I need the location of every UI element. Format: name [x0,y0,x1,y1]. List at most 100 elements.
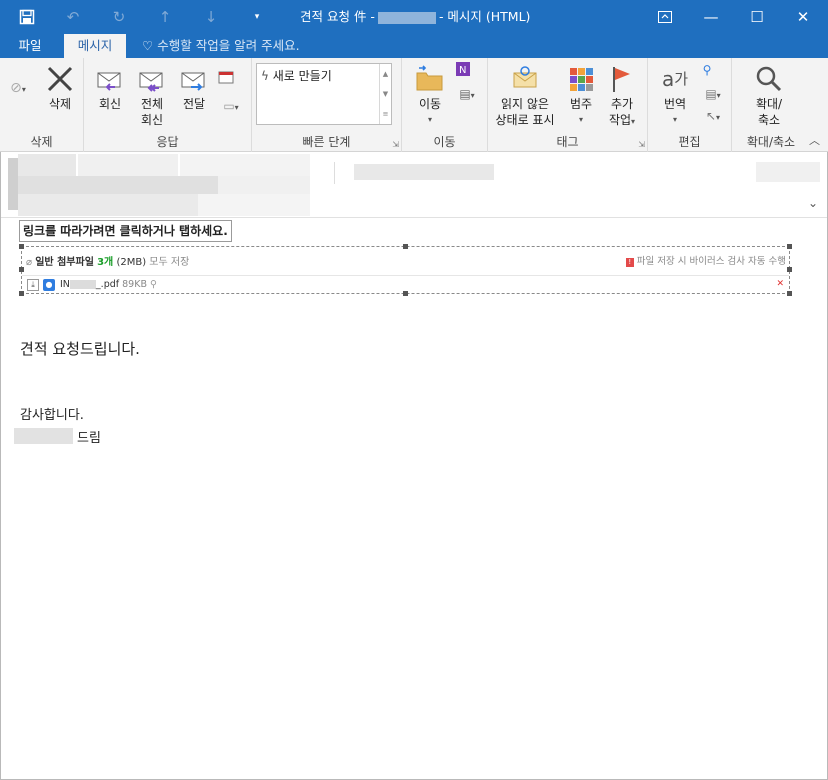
undo-icon[interactable]: ↶ [50,0,96,34]
forward-button[interactable]: 전달 [174,62,214,112]
resize-handle[interactable] [403,244,408,249]
dialog-launcher-icon[interactable]: ⇲ [392,140,399,149]
close-button[interactable]: ✕ [780,0,826,34]
redacted-block [198,194,310,216]
ribbon-display-options-icon[interactable] [642,0,688,34]
reply-all-button[interactable]: 전체 회신 [132,62,172,128]
attachment-count: 3개 [97,257,114,268]
warning-icon: ! [625,258,634,267]
title-bar: ↶ ↻ ↑ ↓ ▾ 견적 요청 件 -- 메시지 (HTML) — ☐ ✕ [0,0,828,34]
translate-icon: a가 [661,67,689,91]
signature-suffix: 드림 [77,431,101,446]
virus-scan-notice: ! 파일 저장 시 바이러스 검사 자동 수행 [625,253,786,267]
header-divider [334,162,335,184]
tab-message[interactable]: 메시지 [64,34,126,58]
move-button[interactable]: 이동 ▾ [408,62,452,128]
forward-icon [174,62,214,96]
attachment-box: ⌀ 일반 첨부파일 3개 (2MB) 모두 저장 ! 파일 저장 시 바이러스 검… [19,244,792,296]
editing-group-label: 편집 [678,135,701,149]
flag-icon [602,62,642,96]
zoom-button[interactable]: 확대/ 축소 [740,62,798,128]
remove-attachment-icon[interactable]: ✕ [776,279,784,289]
attachment-file-name[interactable]: IN _.pdf 89KB ⚲ [60,279,157,290]
quickstep-new[interactable]: ϟ 새로 만들기 [261,67,332,84]
actions-icon[interactable]: ▤▾ [452,86,482,104]
body-line-request: 견적 요청드립니다. [20,340,140,358]
resize-handle[interactable] [787,267,792,272]
resize-handle[interactable] [787,244,792,249]
window-title: 견적 요청 件 -- 메시지 (HTML) [300,9,531,24]
tab-file[interactable]: 파일 [0,34,60,58]
respond-group-label: 응답 [156,135,179,149]
magnifier-icon [740,62,798,96]
delete-x-icon [40,62,80,96]
expand-header-icon[interactable]: ⌄ [808,196,818,210]
svg-text:N: N [459,65,466,76]
redacted-filename [69,280,96,289]
zoom-group: 확대/ 축소 확대/축소 ︿ [732,58,828,152]
editing-group: a가 번역 ▾ ⚲ ▤▾ ↖▾ 편집 [648,58,732,152]
paperclip-icon: ⌀ [26,257,33,268]
redacted-block [218,176,310,194]
quicksteps-gallery[interactable]: ϟ 새로 만들기 ▲ ▼ ≡ [256,63,392,125]
up-arrow-icon[interactable]: ↑ [142,0,188,34]
followup-button[interactable]: 추가 작업▾ [602,62,642,130]
maximize-button[interactable]: ☐ [734,0,780,34]
resize-handle[interactable] [19,244,24,249]
save-all-link[interactable]: 모두 저장 [149,257,189,268]
download-icon[interactable]: ⤓ [27,279,39,291]
lightning-icon: ϟ [261,69,269,83]
quicksteps-group: ϟ 새로 만들기 ▲ ▼ ≡ 빠른 단계 ⇲ [252,58,402,152]
zoom-group-label: 확대/축소 [746,135,796,149]
search-icon[interactable]: ⚲ [150,279,157,290]
customize-toolbar-icon[interactable]: ▾ [234,0,280,34]
tags-group-label: 태그 [556,135,579,149]
collapse-ribbon-icon[interactable]: ︿ [809,132,820,148]
mark-unread-button[interactable]: 읽지 않은 상태로 표시 [490,62,560,128]
move-group-label: 이동 [433,135,456,149]
envelope-icon [490,62,560,96]
quicksteps-scroll[interactable]: ▲ ▼ ≡ [379,64,391,124]
tell-me-box[interactable]: ♡ 수행할 작업을 알려 주세요. [142,34,300,58]
meeting-icon[interactable] [216,70,236,88]
delete-group-label: 삭제 [30,135,53,149]
attachment-size: (2MB) [116,257,147,268]
redacted-date [756,162,820,182]
redacted-signature [14,428,73,444]
translate-button[interactable]: a가 번역 ▾ [652,62,698,128]
save-icon[interactable] [4,0,50,34]
related-icon[interactable]: ▤▾ [698,86,728,104]
respond-group: 회신 전체 회신 전달 ▭▾ 응답 [84,58,252,152]
down-arrow-icon[interactable]: ↓ [188,0,234,34]
quicksteps-group-label: 빠른 단계 [302,135,351,149]
more-respond-icon[interactable]: ▭▾ [216,98,246,116]
body-line-thanks: 감사합니다. [20,408,84,423]
categorize-icon [562,62,600,96]
redacted-sender [377,11,436,24]
onenote-icon[interactable]: N [454,62,472,80]
attachment-title: 일반 첨부파일 [35,257,94,268]
redacted-recipient [354,164,494,180]
move-group: 이동 ▾ N ▤▾ 이동 [402,58,488,152]
attachment-file-row: ⤓ ● IN _.pdf 89KB ⚲ ✕ [22,275,789,293]
tags-launcher-icon[interactable]: ⇲ [638,140,645,149]
link-tooltip: 링크를 따라가려면 클릭하거나 탭하세요. [19,220,232,242]
attachment-header: ⌀ 일반 첨부파일 3개 (2MB) 모두 저장 [26,253,189,268]
minimize-button[interactable]: — [688,0,734,34]
tags-group: 읽지 않은 상태로 표시 범주 ▾ 추가 작업▾ 태그 ⇲ [488,58,648,152]
redacted-block [78,154,178,176]
redacted-block [18,194,198,216]
categorize-button[interactable]: 범주 ▾ [562,62,600,128]
ignore-icon[interactable]: ⊘▾ [4,80,32,98]
resize-handle[interactable] [19,267,24,272]
reply-icon [88,62,132,96]
reply-button[interactable]: 회신 [88,62,132,112]
redacted-block [18,176,218,194]
select-icon[interactable]: ↖▾ [698,108,728,126]
delete-button[interactable]: 삭제 [40,62,80,112]
redo-icon[interactable]: ↻ [96,0,142,34]
lightbulb-icon: ♡ [142,38,154,53]
sender-picture-placeholder [8,158,18,210]
delete-group: ⊘▾ 삭제 삭제 [0,58,84,152]
find-icon[interactable]: ⚲ [698,62,716,78]
